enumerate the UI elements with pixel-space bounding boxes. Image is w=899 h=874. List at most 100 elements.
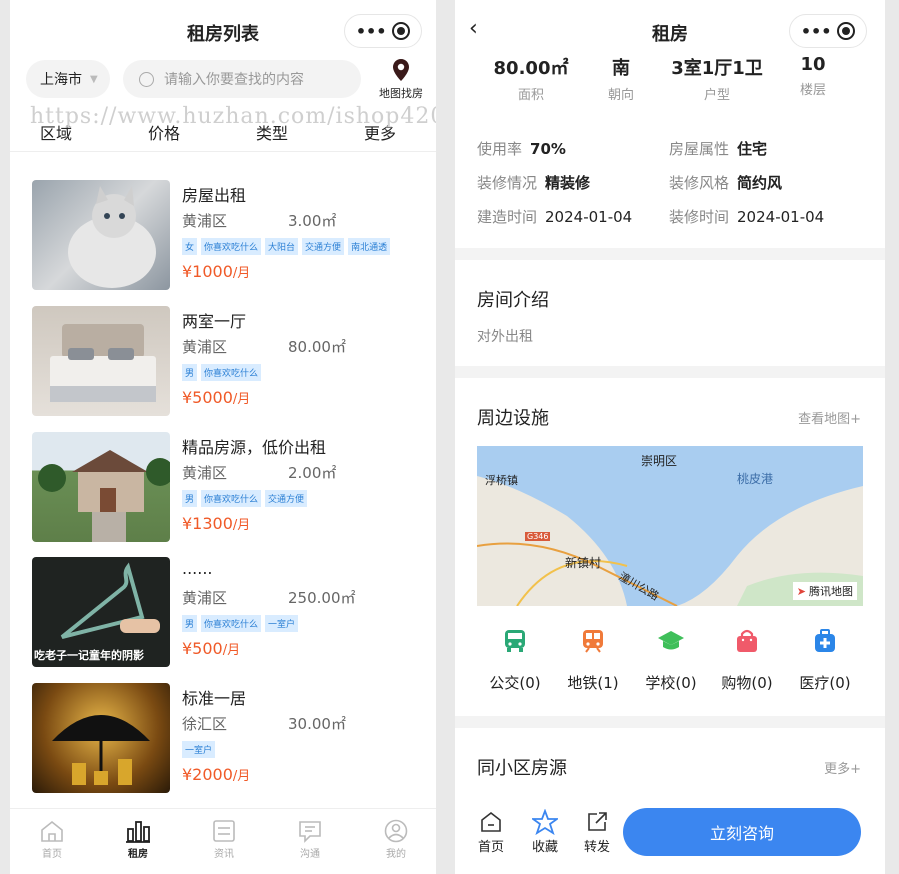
tab-profile[interactable]: 我的	[366, 817, 426, 860]
tag: 男	[182, 490, 198, 507]
tag: 你喜欢吃什么	[201, 615, 262, 632]
attr-value: 2024-01-04	[737, 208, 825, 226]
filter-bar: 区域 价格 类型 更多	[10, 112, 436, 152]
filter-more[interactable]: 更多	[364, 120, 396, 144]
intro-text: 对外出租	[477, 329, 533, 345]
stat-floor: 10 楼层	[763, 54, 863, 98]
listing-area: 3.00㎡	[288, 212, 337, 230]
facility-shopping[interactable]: 购物(0)	[707, 628, 787, 693]
listing-price: ¥1300/月	[182, 514, 250, 533]
attr-value: 2024-01-04	[545, 208, 633, 226]
tag: 你喜欢吃什么	[201, 238, 262, 255]
compass-icon: ➤	[796, 584, 806, 598]
detail-screen: ‹ 租房 ••• 80.00㎡ 面积 南朝向 3室1厅1卫 户型 10 楼层 使用率 7…	[455, 0, 885, 874]
tab-rent[interactable]: 租房	[108, 817, 168, 860]
price-unit: /月	[232, 518, 251, 533]
favorite-button[interactable]: 收藏	[527, 808, 563, 855]
map-brand: ➤ 腾讯地图	[792, 582, 857, 600]
listing-photo: 吃老子一记童年的阴影	[32, 557, 170, 667]
news-icon	[213, 820, 235, 842]
map-search-button[interactable]: 地图找房	[376, 58, 426, 101]
tag: 你喜欢吃什么	[201, 364, 262, 381]
search-icon	[139, 71, 154, 87]
stat-label: 朝向	[607, 88, 634, 103]
listing-district: 黄浦区	[182, 589, 228, 607]
facility-medical[interactable]: 医疗(0)	[785, 628, 865, 693]
close-target-icon[interactable]	[392, 22, 411, 40]
facility-label: 医疗(0)	[799, 674, 851, 692]
tab-chat[interactable]: 沟通	[280, 817, 340, 860]
facility-bus[interactable]: 公交(0)	[475, 628, 555, 693]
map-search-label: 地图找房	[379, 87, 423, 100]
tab-label: 沟通	[300, 849, 320, 860]
share-label: 转发	[583, 840, 610, 855]
chat-icon	[299, 821, 321, 843]
attr-value: 简约风	[737, 174, 783, 192]
facility-school[interactable]: 学校(0)	[631, 628, 711, 693]
map-label: 崇明区	[641, 454, 678, 468]
map[interactable]: 崇明区 浮桥镇 桃皮港 新镇村 G346 潼川公路 ➤ 腾讯地图	[477, 446, 863, 606]
home-button[interactable]: 首页	[473, 808, 509, 855]
listing-district: 徐汇区	[182, 715, 228, 733]
more-icon[interactable]: •••	[356, 22, 387, 41]
listing-price: ¥1000/月	[182, 262, 250, 281]
listing-title: 精品房源，低价出租	[182, 438, 327, 457]
tag: 交通方便	[265, 490, 308, 507]
bar-chart-icon	[126, 821, 150, 843]
search-input[interactable]: 请输入你要查找的内容	[123, 60, 361, 98]
tab-label: 我的	[386, 849, 406, 860]
miniapp-capsule[interactable]: •••	[789, 14, 867, 48]
attr-key: 装修风格	[669, 174, 730, 192]
filter-region[interactable]: 区域	[40, 120, 72, 144]
filter-type[interactable]: 类型	[256, 120, 288, 144]
listing-item[interactable]: 房屋出租 黄浦区 3.00㎡ 女 你喜欢吃什么 大阳台 交通方便 南北通透 ¥1…	[32, 180, 422, 292]
home-icon	[41, 820, 63, 842]
listing-title: 房屋出租	[182, 186, 247, 205]
attributes-card: 使用率 70% 房屋属性 住宅 装修情况 精装修 装修风格 简约风 建造时间 2024-0…	[455, 116, 885, 248]
miniapp-capsule[interactable]: •••	[344, 14, 422, 48]
listing-photo	[32, 306, 170, 416]
bottom-action-bar: 首页 收藏 转发 立刻咨询	[455, 796, 885, 874]
tab-news[interactable]: 资讯	[194, 817, 254, 860]
price-unit: /月	[232, 266, 251, 281]
tag-list: 男 你喜欢吃什么 交通方便	[182, 490, 308, 507]
tab-home[interactable]: 首页	[22, 817, 82, 860]
photo-caption: 吃老子一记童年的阴影	[34, 649, 144, 662]
listing-area: 250.00㎡	[288, 589, 356, 607]
attr-property: 房屋属性 住宅	[669, 138, 767, 159]
tag-list: 女 你喜欢吃什么 大阳台 交通方便 南北通透	[182, 238, 391, 255]
facility-metro[interactable]: 地铁(1)	[553, 628, 633, 693]
detail-header: ‹ 租房 ••• 80.00㎡ 面积 南朝向 3室1厅1卫 户型 10 楼层	[455, 0, 885, 116]
section-title: 房间介绍	[477, 290, 549, 311]
listing-area: 80.00㎡	[288, 338, 346, 356]
stat-layout: 3室1厅1卫 户型	[667, 54, 767, 103]
listing-item[interactable]: 两室一厅 黄浦区 80.00㎡ 男 你喜欢吃什么 ¥5000/月	[32, 306, 422, 418]
tag: 南北通透	[348, 238, 391, 255]
intro-card: 房间介绍 对外出租	[455, 260, 885, 366]
more-link[interactable]: 更多+	[824, 758, 861, 777]
stat-value: 80.00㎡	[493, 58, 569, 79]
filter-price[interactable]: 价格	[148, 120, 180, 144]
listing-title: 标准一居	[182, 689, 247, 708]
share-button[interactable]: 转发	[579, 808, 615, 855]
listing-item[interactable]: 吃老子一记童年的阴影 ...... 黄浦区 250.00㎡ 男 你喜欢吃什么 一…	[32, 557, 422, 669]
tab-label: 租房	[128, 849, 148, 860]
tag: 女	[182, 238, 198, 255]
attr-key: 房屋属性	[669, 140, 730, 158]
close-target-icon[interactable]	[837, 22, 856, 40]
listing-item[interactable]: 标准一居 徐汇区 30.00㎡ 一室户 ¥2000/月	[32, 683, 422, 795]
attr-value: 精装修	[545, 174, 591, 192]
graduation-cap-icon	[658, 631, 684, 650]
listing-price: ¥5000/月	[182, 388, 250, 407]
facility-label: 公交(0)	[489, 674, 541, 692]
more-icon[interactable]: •••	[801, 22, 832, 41]
price-unit: /月	[232, 392, 251, 407]
city-selector[interactable]: 上海市 ▼	[26, 60, 110, 98]
consult-now-button[interactable]: 立刻咨询	[623, 808, 861, 856]
view-map-link[interactable]: 查看地图+	[798, 408, 861, 427]
attr-key: 建造时间	[477, 208, 538, 226]
listing-item[interactable]: 精品房源，低价出租 黄浦区 2.00㎡ 男 你喜欢吃什么 交通方便 ¥1300/…	[32, 432, 422, 544]
tag: 男	[182, 364, 198, 381]
favorite-label: 收藏	[531, 840, 558, 855]
price-value: ¥500	[182, 639, 223, 658]
